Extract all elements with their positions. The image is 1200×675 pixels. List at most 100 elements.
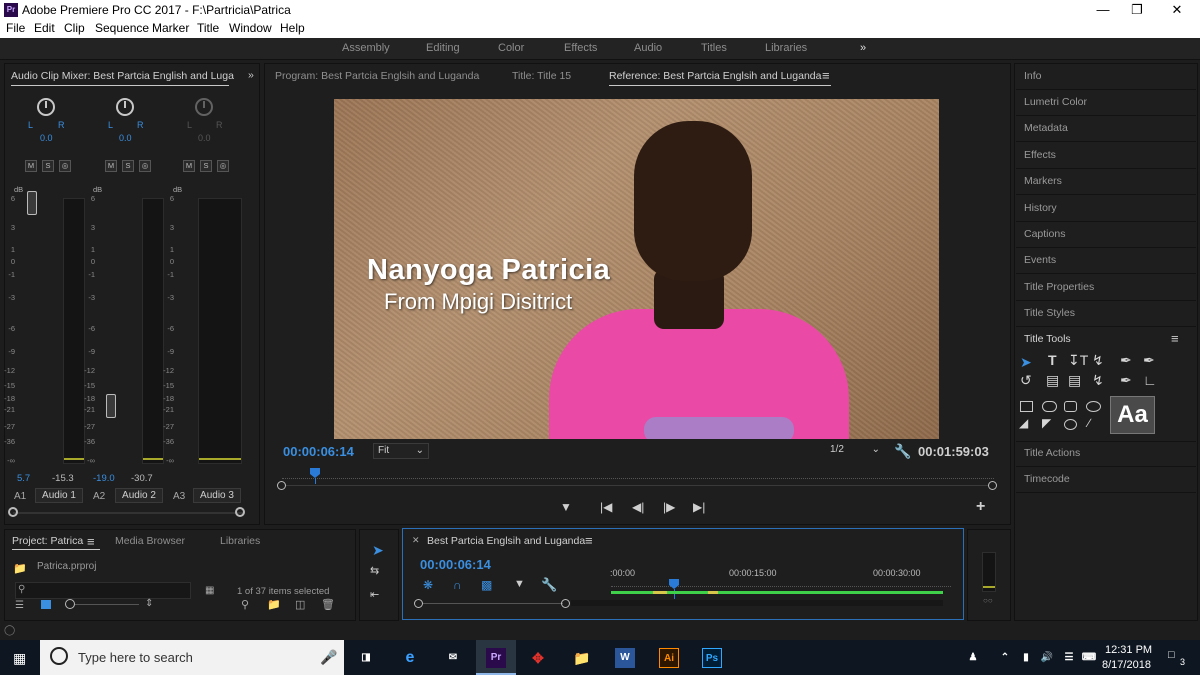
mixer-tab[interactable]: Audio Clip Mixer: Best Partcia English a… <box>11 70 234 82</box>
title-styles-preview[interactable]: Aa <box>1110 396 1155 434</box>
workspace-libraries[interactable]: Libraries <box>765 42 807 54</box>
timeline-timecode[interactable]: 00:00:06:14 <box>420 557 491 572</box>
nest-sequence-icon[interactable]: ❋ <box>423 578 433 592</box>
menu-title[interactable]: Title <box>197 21 219 35</box>
icon-view-icon[interactable] <box>41 600 51 609</box>
pan-knob-3[interactable] <box>195 98 213 116</box>
solo-button-2[interactable]: S <box>122 160 134 172</box>
find-icon[interactable]: ⚲ <box>241 598 249 611</box>
project-search-input[interactable] <box>15 582 191 599</box>
battery-icon[interactable]: ▮ <box>1016 648 1036 668</box>
add-anchor-tool-icon[interactable]: ✒ <box>1120 372 1132 389</box>
wedge-tool-icon[interactable]: ◢ <box>1019 416 1028 430</box>
monitor-zoom-end-handle[interactable] <box>988 481 997 490</box>
track-name-audio1[interactable]: Audio 1 <box>35 488 83 503</box>
pan-knob-2[interactable] <box>116 98 134 116</box>
new-bin-icon[interactable]: 📁 <box>267 598 281 611</box>
record-button-3[interactable]: ◎ <box>217 160 229 172</box>
action-center-icon[interactable]: □ <box>1168 649 1175 661</box>
selection-tool-icon[interactable]: ➤ <box>1020 354 1032 371</box>
panel-effects[interactable]: Effects <box>1024 149 1056 161</box>
rounded-rectangle-tool-icon[interactable] <box>1042 401 1057 412</box>
pan-value-3[interactable]: 0.0 <box>198 133 211 143</box>
area-type-tool-icon[interactable]: ▤ <box>1046 372 1059 389</box>
arc-tool-icon[interactable]: ◤ <box>1042 416 1051 430</box>
tab-title[interactable]: Title: Title 15 <box>512 70 571 82</box>
mail-icon[interactable]: ✉ <box>443 648 463 668</box>
solo-button-3[interactable]: S <box>200 160 212 172</box>
clear-trash-icon[interactable]: 🗑 <box>321 598 335 611</box>
solo-button-1[interactable]: S <box>42 160 54 172</box>
new-bin-from-search-icon[interactable]: ▦ <box>205 585 214 596</box>
type-tool-icon[interactable]: T <box>1048 352 1057 368</box>
network-icon[interactable]: ☰ <box>1059 648 1079 668</box>
record-button-2[interactable]: ◎ <box>139 160 151 172</box>
line-tool-icon[interactable]: ∕ <box>1088 416 1090 430</box>
timeline-zoom-end-handle[interactable] <box>561 599 570 608</box>
acrobat-icon[interactable]: ✥ <box>528 648 548 668</box>
clipped-corner-tool-icon[interactable] <box>1064 401 1077 412</box>
mixer-scroll-start-handle[interactable] <box>8 507 18 517</box>
menu-file[interactable]: File <box>6 21 25 35</box>
task-view-icon[interactable]: ◨ <box>356 648 376 668</box>
timeline-settings-wrench-icon[interactable]: 🔧 <box>541 577 557 593</box>
pan-value-2[interactable]: 0.0 <box>119 133 132 143</box>
close-timeline-icon[interactable]: ✕ <box>412 535 420 546</box>
edge-browser-icon[interactable]: e <box>400 648 420 668</box>
workspace-titles[interactable]: Titles <box>701 42 727 54</box>
show-hidden-icons-chevron-icon[interactable]: ⌃ <box>995 648 1015 668</box>
pen-tool-icon[interactable]: ✒ <box>1120 352 1132 369</box>
snap-magnet-icon[interactable]: ∩ <box>453 578 462 592</box>
zoom-slider-track[interactable] <box>75 604 139 605</box>
word-icon[interactable]: W <box>615 648 635 668</box>
timeline-zoom-start-handle[interactable] <box>414 599 423 608</box>
mute-button-2[interactable]: M <box>105 160 117 172</box>
go-to-in-icon[interactable]: |◀ <box>600 500 612 514</box>
workspace-overflow-icon[interactable]: » <box>860 42 866 54</box>
workspace-color[interactable]: Color <box>498 42 524 54</box>
ripple-edit-tool-icon[interactable]: ⇤ <box>370 588 379 601</box>
volume-fader-2[interactable] <box>106 394 116 418</box>
playhead-timecode[interactable]: 00:00:06:14 <box>283 444 354 459</box>
tab-program[interactable]: Program: Best Partcia Englsih and Lugand… <box>275 70 479 82</box>
volume-fader-1[interactable] <box>27 191 37 215</box>
ellipse-tool-icon[interactable] <box>1064 419 1077 430</box>
monitor-time-ruler[interactable] <box>282 469 994 479</box>
volume-icon[interactable]: 🔊 <box>1037 648 1057 668</box>
solo-meter-icons[interactable]: ○○ <box>983 596 993 605</box>
menu-edit[interactable]: Edit <box>34 21 55 35</box>
panel-timecode[interactable]: Timecode <box>1024 473 1070 485</box>
keyboard-icon[interactable]: ⌨ <box>1079 648 1099 668</box>
timeline-ruler[interactable] <box>611 581 951 587</box>
vertical-path-type-tool-icon[interactable]: ↯ <box>1092 372 1104 389</box>
delete-anchor-tool-icon[interactable]: ✒ <box>1143 352 1155 369</box>
timeline-tab[interactable]: Best Partcia Englsih and Luganda <box>427 535 585 547</box>
panel-markers[interactable]: Markers <box>1024 175 1062 187</box>
pan-knob-1[interactable] <box>37 98 55 116</box>
panel-history[interactable]: History <box>1024 202 1057 214</box>
button-editor-plus-icon[interactable]: + <box>976 498 985 516</box>
convert-anchor-tool-icon[interactable]: ∟ <box>1143 372 1157 388</box>
taskbar-search-box[interactable]: Type here to search 🎤 <box>40 640 344 675</box>
workspace-assembly[interactable]: Assembly <box>342 42 390 54</box>
mixer-scroll-end-handle[interactable] <box>235 507 245 517</box>
tab-project[interactable]: Project: Patrica <box>12 535 83 547</box>
timeline-scrollbar[interactable] <box>571 600 943 606</box>
clock-time[interactable]: 12:31 PM <box>1105 644 1152 656</box>
menu-help[interactable]: Help <box>280 21 305 35</box>
panel-metadata[interactable]: Metadata <box>1024 122 1068 134</box>
linked-selection-icon[interactable]: ▩ <box>481 578 492 592</box>
panel-lumetri-color[interactable]: Lumetri Color <box>1024 96 1087 108</box>
menu-clip[interactable]: Clip <box>64 21 85 35</box>
panel-title-actions[interactable]: Title Actions <box>1024 447 1080 459</box>
panel-title-tools[interactable]: Title Tools <box>1024 333 1071 345</box>
zoom-slider-handle[interactable] <box>65 599 75 609</box>
timeline-zoom-track[interactable] <box>423 603 563 604</box>
rounded-corner-tool-icon[interactable] <box>1086 401 1101 412</box>
rotation-tool-icon[interactable]: ↺ <box>1020 372 1032 389</box>
mute-button-3[interactable]: M <box>183 160 195 172</box>
premiere-taskbar-icon[interactable]: Pr <box>486 648 506 668</box>
record-button-1[interactable]: ◎ <box>59 160 71 172</box>
panel-captions[interactable]: Captions <box>1024 228 1065 240</box>
step-back-icon[interactable]: ◀| <box>632 500 644 514</box>
